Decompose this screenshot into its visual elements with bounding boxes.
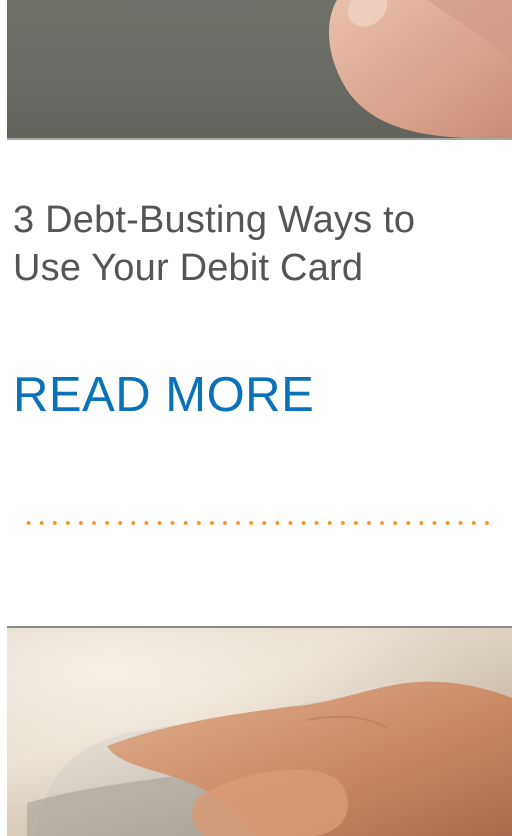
- article-list-page: 3 Debt-Busting Ways to Use Your Debit Ca…: [0, 0, 512, 836]
- article-image-hand-card[interactable]: [7, 0, 512, 140]
- article-image-hand-phone[interactable]: [7, 626, 512, 836]
- phone-photo-graphic: [7, 628, 512, 836]
- thumb-photo-graphic: [328, 0, 512, 138]
- article-title[interactable]: 3 Debt-Busting Ways to Use Your Debit Ca…: [13, 196, 493, 292]
- read-more-link[interactable]: READ MORE: [13, 366, 314, 424]
- dotted-divider: [22, 520, 494, 526]
